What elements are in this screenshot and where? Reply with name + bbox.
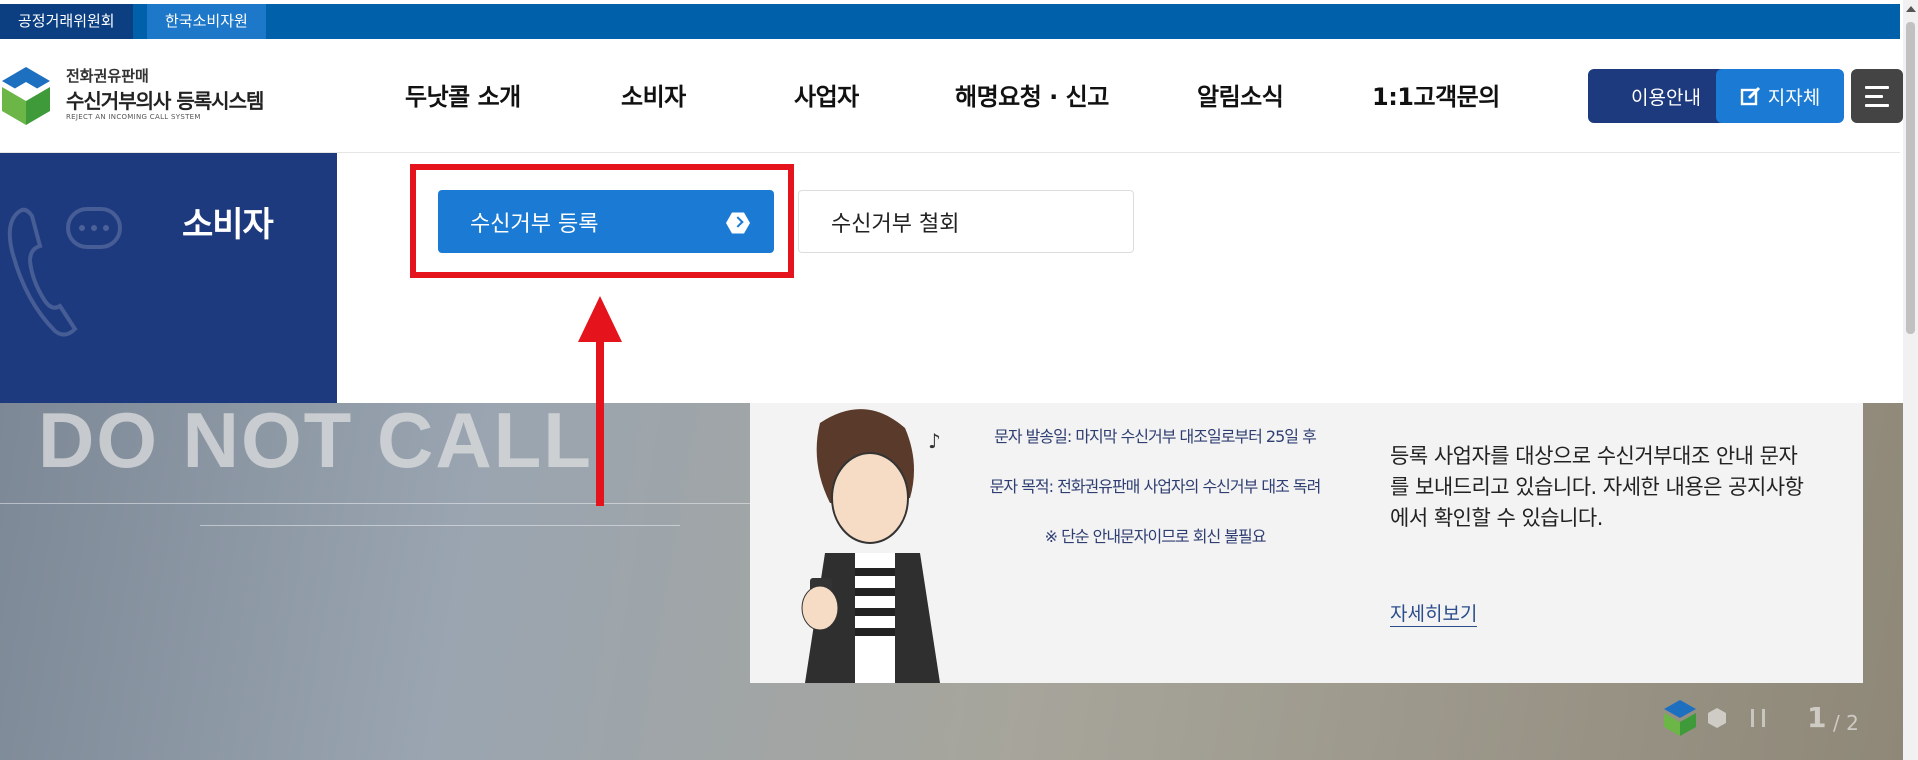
nav-about[interactable]: 두낫콜 소개 (405, 77, 521, 112)
scroll-up-icon[interactable] (1906, 6, 1916, 12)
nav-inquiry[interactable]: 1:1고객문의 (1372, 77, 1500, 112)
slide-indicator-icon[interactable] (1707, 707, 1727, 729)
banner-card: ♪ 문자 발송일: 마지막 수신거부 대조일로부터 25일 후 문자 목적: 전… (750, 403, 1863, 683)
logo-subtitle: 전화권유판매 (66, 67, 149, 85)
header: 전화권유판매 수신거부의사 등록시스템 REJECT AN INCOMING C… (0, 39, 1903, 153)
nav-consumer[interactable]: 소비자 (621, 77, 686, 112)
consumer-submenu-panel: 소비자 수신거부 등록 수신거부 철회 (0, 153, 1903, 403)
logo-title: 수신거부의사 등록시스템 (66, 89, 264, 113)
withdraw-rejection-button[interactable]: 수신거부 철회 (798, 190, 1134, 253)
menu-icon-line (1865, 95, 1883, 98)
slide-total: / 2 (1833, 711, 1859, 735)
withdraw-rejection-label: 수신거부 철회 (831, 211, 960, 237)
logo-icon (2, 67, 50, 125)
submenu-side: 소비자 (0, 153, 337, 403)
submenu-title: 소비자 (182, 205, 274, 245)
notice-line: 문자 발송일: 마지막 수신거부 대조일로부터 25일 후 (994, 427, 1317, 446)
phone-chat-icon (7, 207, 122, 337)
nav-business[interactable]: 사업자 (794, 77, 859, 112)
local-gov-label: 지자체 (1767, 86, 1821, 109)
hamburger-menu-button[interactable] (1851, 69, 1903, 123)
slide-current: 1 (1807, 701, 1827, 734)
kca-link[interactable]: 한국소비자원 (147, 4, 266, 39)
annotation-highlight-box (410, 164, 794, 278)
page-scrollbar[interactable] (1903, 0, 1918, 760)
notice-line: ※ 단순 안내문자이므로 회신 불필요 (1044, 527, 1267, 546)
local-gov-button[interactable]: 지자체 (1716, 69, 1844, 123)
menu-icon-line (1865, 104, 1889, 107)
slide-pager: 1 / 2 (1663, 699, 1873, 739)
hero-decor-line (0, 503, 750, 504)
svg-text:♪: ♪ (928, 429, 941, 453)
logo-english: REJECT AN INCOMING CALL SYSTEM (66, 113, 201, 121)
hero-background-text: DO NOT CALL (38, 403, 593, 484)
ftc-link[interactable]: 공정거래위원회 (0, 4, 133, 39)
illustration-person-phone: ♪ (801, 409, 941, 683)
hero-banner: DO NOT CALL ♪ 문자 발송일: 마지막 수신거부 대조일로부터 25… (0, 403, 1903, 760)
pause-icon[interactable] (1751, 709, 1765, 727)
nav-report[interactable]: 해명요청 · 신고 (955, 77, 1109, 112)
logo-mark-icon (1664, 700, 1696, 736)
notice-line: 문자 목적: 전화권유판매 사업자의 수신거부 대조 독려 (989, 477, 1322, 496)
banner-description: 등록 사업자를 대상으로 수신거부대조 안내 문자를 보내드리고 있습니다. 자… (1390, 444, 1804, 530)
nav-news[interactable]: 알림소식 (1197, 77, 1284, 112)
scrollbar-thumb[interactable] (1906, 22, 1915, 334)
edit-icon (1740, 86, 1760, 106)
sms-notice: 문자 발송일: 마지막 수신거부 대조일로부터 25일 후 문자 목적: 전화권… (975, 423, 1335, 573)
menu-icon (1865, 86, 1889, 89)
annotation-arrow-shaft (596, 336, 604, 506)
site-logo[interactable]: 전화권유판매 수신거부의사 등록시스템 REJECT AN INCOMING C… (0, 63, 270, 129)
top-utility-bar: 공정거래위원회 한국소비자원 (0, 4, 1900, 39)
hero-decor-line (200, 525, 680, 526)
more-link[interactable]: 자세히보기 (1390, 599, 1478, 627)
